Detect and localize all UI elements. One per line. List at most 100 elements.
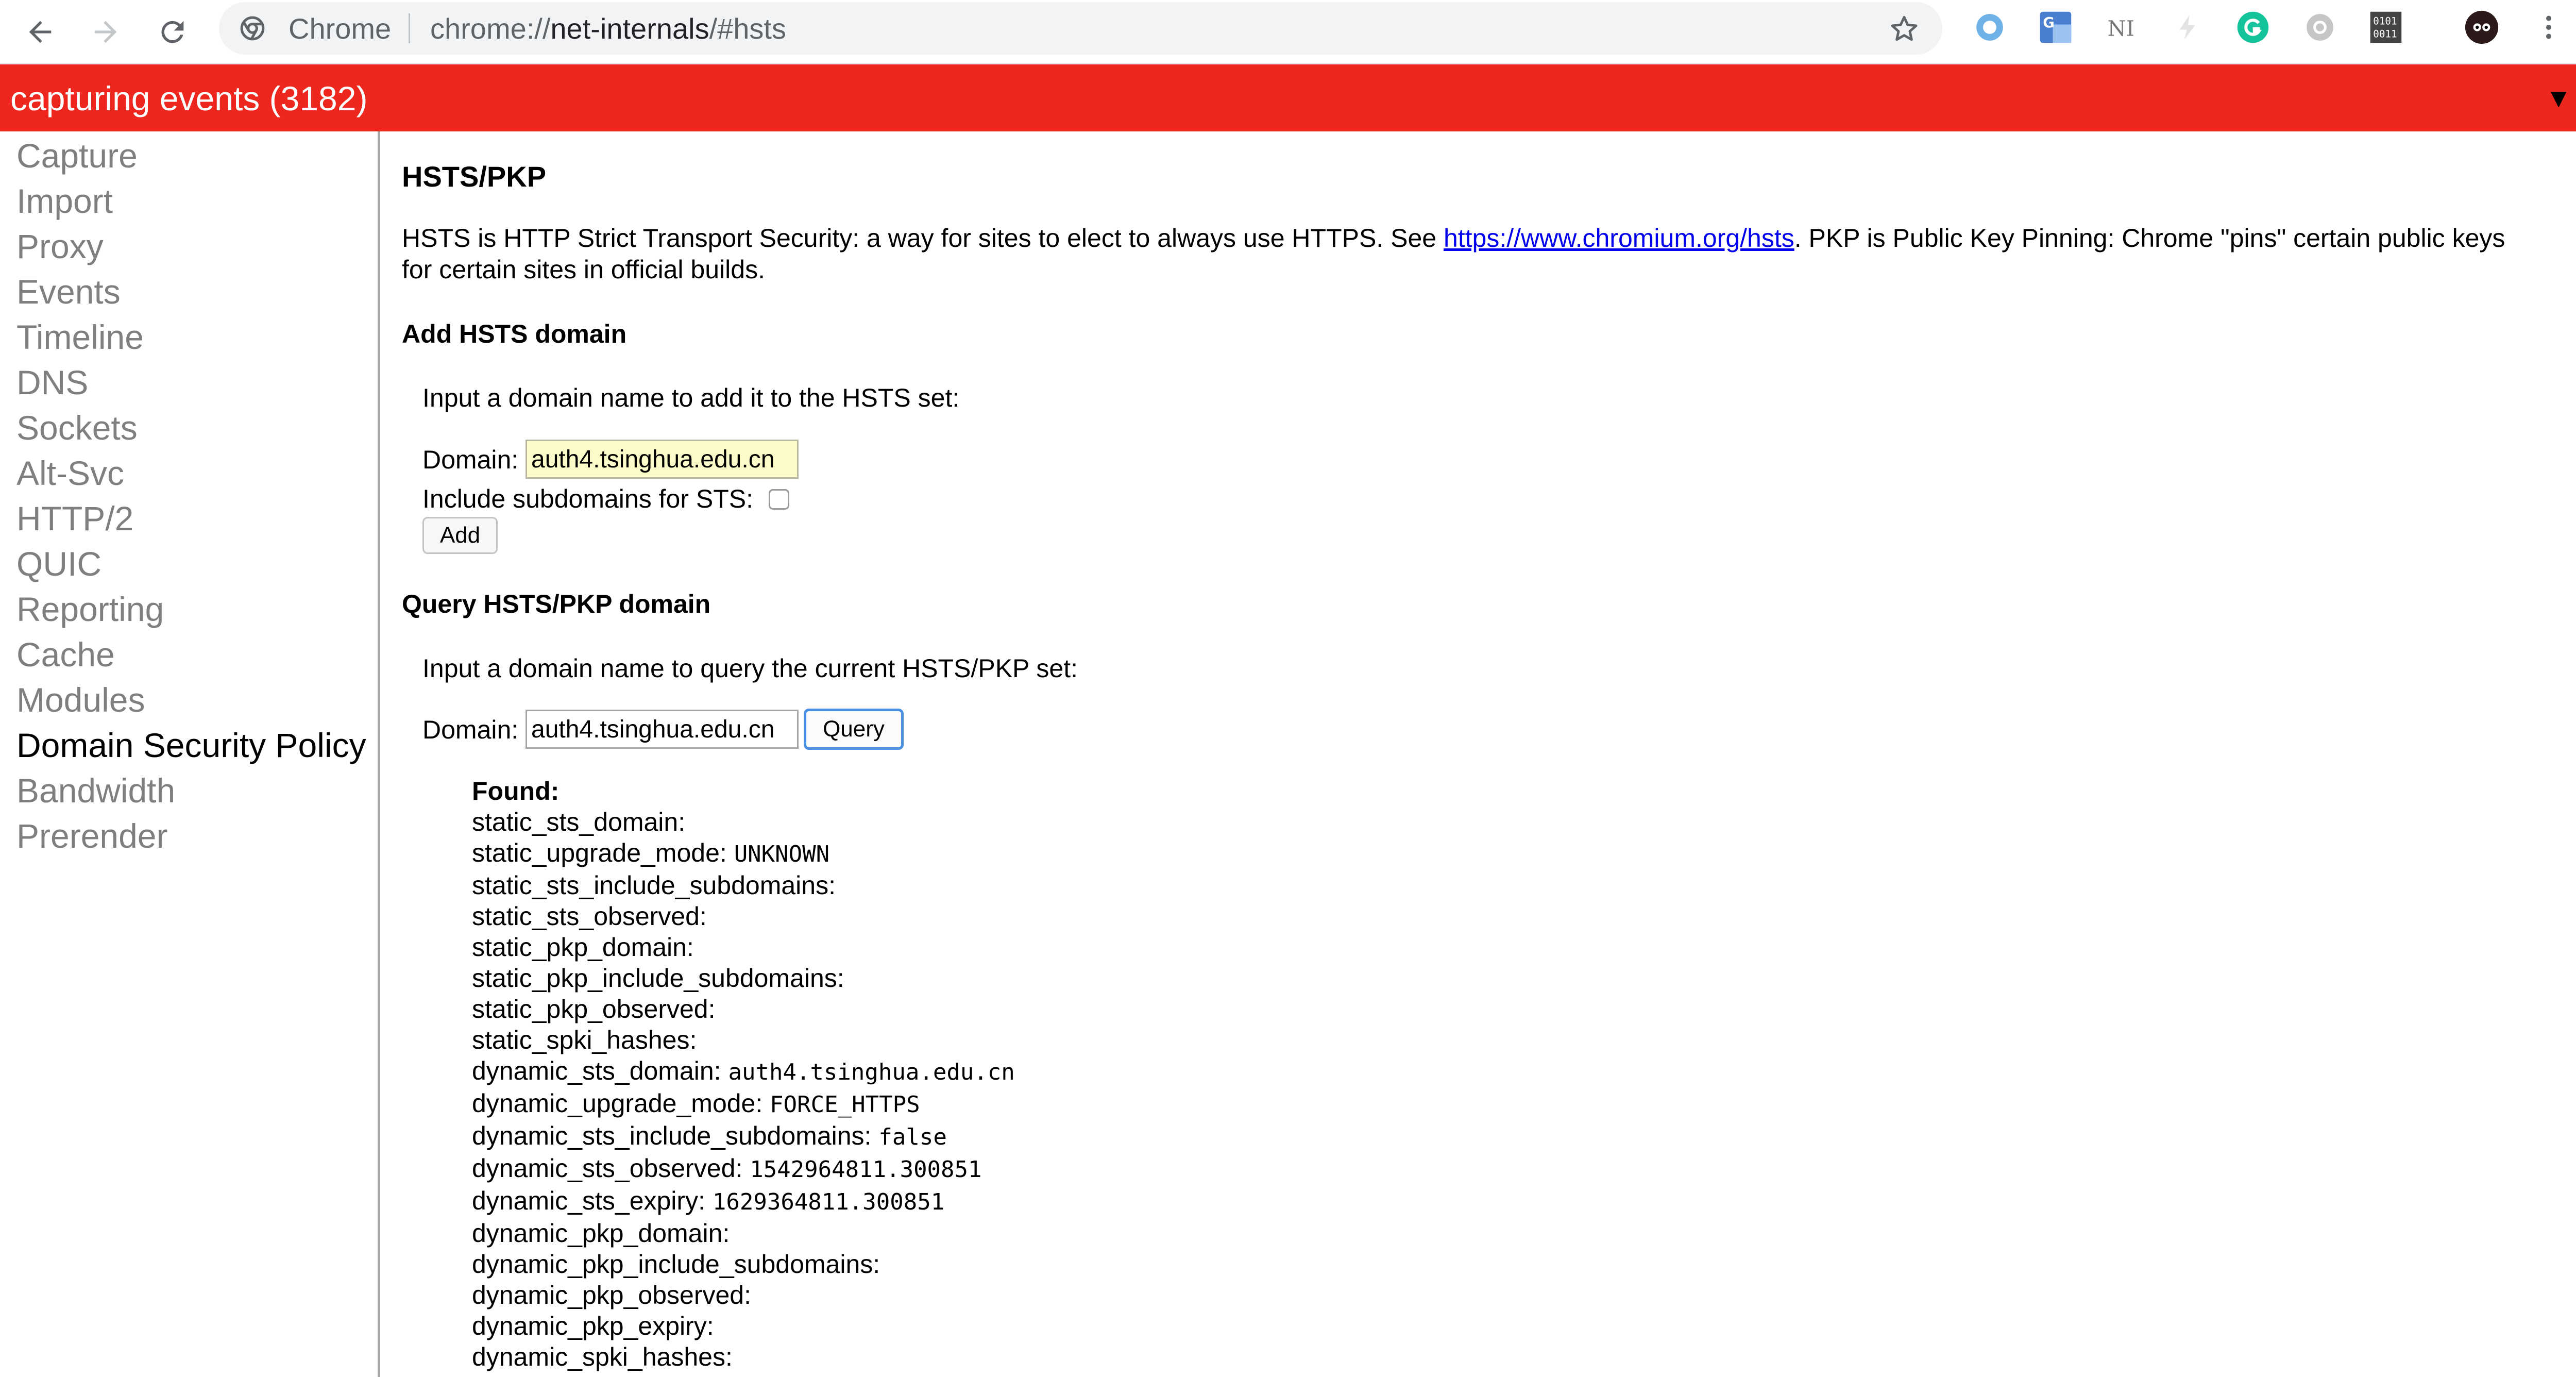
result-row: dynamic_pkp_observed: [472, 1280, 1015, 1311]
query-button[interactable]: Query [804, 709, 904, 750]
add-instruction: Input a domain name to add it to the HST… [422, 383, 960, 412]
result-key: dynamic_pkp_observed: [472, 1281, 751, 1309]
sidebar-item-http2[interactable]: HTTP/2 [16, 498, 133, 539]
query-heading: Query HSTS/PKP domain [402, 590, 711, 618]
result-row: dynamic_spki_hashes: [472, 1341, 1015, 1372]
sidebar-item-capture[interactable]: Capture [16, 135, 138, 176]
result-key: dynamic_sts_observed: [472, 1154, 743, 1183]
result-value: 1542964811.300851 [750, 1156, 982, 1183]
sidebar-item-prerender[interactable]: Prerender [16, 815, 168, 857]
result-key: dynamic_pkp_include_subdomains: [472, 1250, 880, 1279]
sidebar-item-import[interactable]: Import [16, 180, 113, 222]
address-bar[interactable]: Chrome chrome://net-internals/#hsts [219, 2, 1942, 55]
sidebar-item-quic[interactable]: QUIC [16, 543, 101, 584]
result-key: static_pkp_observed: [472, 995, 716, 1023]
result-row: static_sts_domain: [472, 807, 1015, 837]
result-key: dynamic_pkp_expiry: [472, 1312, 714, 1340]
result-key: static_sts_include_subdomains: [472, 871, 836, 900]
ni-extension-icon[interactable]: NI [2104, 9, 2140, 45]
query-instruction: Input a domain name to query the current… [422, 654, 1078, 683]
result-row: static_sts_include_subdomains: [472, 870, 1015, 901]
star-icon[interactable] [1888, 12, 1921, 45]
back-button[interactable] [20, 11, 61, 53]
sidebar-item-modules[interactable]: Modules [16, 679, 145, 720]
svg-text:G: G [2043, 14, 2055, 31]
result-value: 1629364811.300851 [712, 1189, 945, 1215]
result-row: static_upgrade_mode: UNKNOWN [472, 837, 1015, 870]
url-host: net-internals [550, 12, 709, 45]
url-path: /#hsts [709, 12, 786, 45]
result-key: static_upgrade_mode: [472, 838, 727, 867]
result-key: static_pkp_domain: [472, 933, 694, 962]
hsts-link[interactable]: https://www.chromium.org/hsts [1444, 224, 1794, 253]
add-domain-input[interactable] [526, 440, 799, 479]
url-text: chrome://net-internals/#hsts [430, 13, 786, 44]
arrow-left-icon [29, 21, 52, 43]
dropdown-arrow-icon[interactable]: ▼ [2546, 84, 2572, 113]
sidebar-item-events[interactable]: Events [16, 271, 121, 312]
result-value: auth4.tsinghua.edu.cn [728, 1059, 1015, 1085]
result-key: static_sts_observed: [472, 902, 707, 931]
result-row: dynamic_sts_domain: auth4.tsinghua.edu.c… [472, 1055, 1015, 1088]
sidebar-item-reporting[interactable]: Reporting [16, 589, 164, 630]
result-value: FORCE_HTTPS [770, 1091, 920, 1118]
chrome-icon [240, 16, 265, 41]
svg-text:NI: NI [2108, 16, 2134, 41]
result-row: dynamic_pkp_include_subdomains: [472, 1249, 1015, 1280]
menu-dots-icon[interactable] [2531, 9, 2567, 45]
circle-extension-icon[interactable] [1972, 9, 2008, 45]
sidebar-item-proxy[interactable]: Proxy [16, 226, 104, 267]
result-row: static_pkp_include_subdomains: [472, 963, 1015, 994]
add-button[interactable]: Add [422, 517, 498, 554]
sidebar-nav: Capture Import Proxy Events Timeline DNS… [0, 131, 380, 1377]
svg-text:0011: 0011 [2373, 28, 2397, 40]
result-row: dynamic_pkp_expiry: [472, 1311, 1015, 1341]
avatar-icon[interactable] [2464, 9, 2500, 45]
browser-toolbar: Chrome chrome://net-internals/#hsts G NI… [0, 0, 2576, 64]
result-row: dynamic_sts_observed: 1542964811.300851 [472, 1153, 1015, 1185]
reload-button[interactable] [152, 11, 193, 53]
capture-status-bar: capturing events (3182) ▼ [0, 64, 2576, 131]
sidebar-item-alt-svc[interactable]: Alt-Svc [16, 452, 124, 494]
description-text-2: . PKP is Public Key Pinning: Chrome "pin… [1794, 224, 2505, 253]
binary-extension-icon[interactable]: 0101 0011 [2368, 9, 2404, 45]
include-subdomains-label: Include subdomains for STS: [422, 484, 753, 513]
url-scheme: chrome:// [430, 12, 551, 45]
result-row: static_pkp_observed: [472, 994, 1015, 1025]
result-key: dynamic_sts_domain: [472, 1056, 721, 1085]
reload-icon [161, 21, 184, 43]
sidebar-item-bandwidth[interactable]: Bandwidth [16, 770, 175, 811]
page-title: HSTS/PKP [402, 160, 547, 193]
result-row: static_pkp_domain: [472, 932, 1015, 963]
result-key: static_pkp_include_subdomains: [472, 964, 844, 993]
result-row: static_sts_observed: [472, 901, 1015, 932]
description-line-1: HSTS is HTTP Strict Transport Security: … [402, 223, 2505, 254]
forward-button[interactable] [85, 11, 126, 53]
description-line-2: for certain sites in official builds. [402, 255, 765, 284]
result-key: static_spki_hashes: [472, 1026, 697, 1054]
include-subdomains-checkbox[interactable] [769, 489, 789, 510]
site-label: Chrome [289, 12, 392, 45]
sidebar-item-cache[interactable]: Cache [16, 634, 115, 675]
result-key: dynamic_sts_expiry: [472, 1186, 705, 1215]
address-separator [409, 13, 410, 43]
query-result-list: static_sts_domain: static_upgrade_mode: U… [472, 807, 1015, 1372]
found-label: Found: [472, 777, 560, 805]
result-key: dynamic_upgrade_mode: [472, 1089, 763, 1118]
svg-text:0101: 0101 [2373, 15, 2397, 27]
gear-extension-icon[interactable] [2302, 9, 2338, 45]
grammarly-extension-icon[interactable] [2235, 9, 2271, 45]
result-row: dynamic_sts_expiry: 1629364811.300851 [472, 1185, 1015, 1218]
translate-extension-icon[interactable]: G [2038, 9, 2074, 45]
sidebar-item-timeline[interactable]: Timeline [16, 316, 144, 358]
sidebar-item-domain-security-policy[interactable]: Domain Security Policy [16, 725, 366, 766]
capture-status-text: capturing events (3182) [10, 79, 368, 117]
result-key: dynamic_pkp_domain: [472, 1219, 730, 1248]
result-key: dynamic_spki_hashes: [472, 1342, 733, 1371]
sidebar-item-sockets[interactable]: Sockets [16, 407, 138, 448]
bolt-extension-icon[interactable] [2170, 9, 2206, 45]
result-row: dynamic_upgrade_mode: FORCE_HTTPS [472, 1088, 1015, 1120]
query-domain-input[interactable] [526, 710, 799, 749]
add-hsts-heading: Add HSTS domain [402, 320, 627, 348]
sidebar-item-dns[interactable]: DNS [16, 362, 88, 403]
